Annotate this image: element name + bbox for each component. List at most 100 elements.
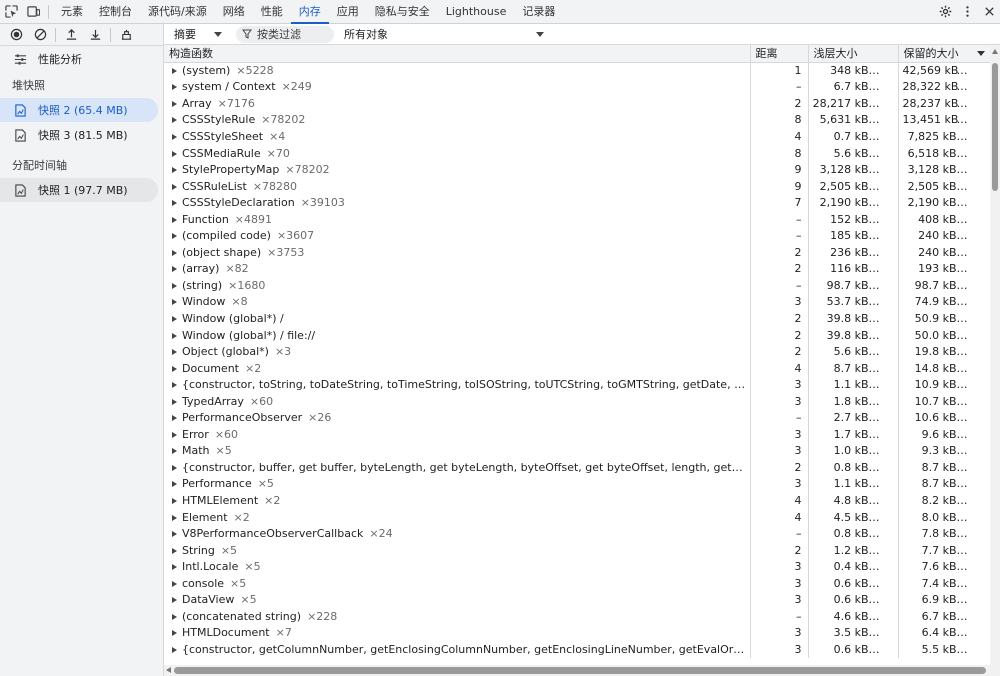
expand-triangle-icon[interactable]	[172, 249, 177, 256]
garbage-collect-icon[interactable]	[114, 24, 138, 46]
expand-triangle-icon[interactable]	[172, 547, 177, 554]
table-row[interactable]: Intl.Locale ×5 30.4 kB0 %7.6 kB0 %	[164, 558, 990, 575]
expand-triangle-icon[interactable]	[172, 613, 177, 620]
tab-4[interactable]: 性能	[253, 0, 291, 24]
expand-triangle-icon[interactable]	[172, 150, 177, 157]
table-row[interactable]: String ×5 21.2 kB0 %7.7 kB0 %	[164, 541, 990, 559]
table-row[interactable]: TypedArray ×60 31.8 kB0 %10.7 kB0 %	[164, 392, 990, 410]
sidebar-item-snapshot-1[interactable]: 快照 1 (97.7 MB)	[0, 178, 158, 202]
gear-icon[interactable]	[934, 0, 956, 24]
scroll-left-arrow-icon[interactable]	[166, 667, 171, 673]
expand-triangle-icon[interactable]	[172, 68, 177, 75]
table-row[interactable]: Window ×8 353.7 kB0 %74.9 kB0 %	[164, 293, 990, 311]
table-row[interactable]: Math ×5 31.0 kB0 %9.3 kB0 %	[164, 442, 990, 460]
clear-icon[interactable]	[28, 24, 52, 46]
table-row[interactable]: CSSMediaRule ×70 85.6 kB0 %6,518 kB10 %	[164, 144, 990, 162]
table-row[interactable]: Object (global*) ×3 25.6 kB0 %19.8 kB0 %	[164, 343, 990, 360]
horizontal-scrollbar[interactable]	[164, 665, 1000, 676]
table-row[interactable]: (object shape) ×3753 2236 kB0 %240 kB0 %	[164, 244, 990, 261]
scrollbar-thumb[interactable]	[174, 667, 986, 674]
record-icon[interactable]	[4, 24, 28, 46]
vertical-scrollbar[interactable]	[990, 45, 1000, 665]
tab-8[interactable]: Lighthouse	[438, 0, 515, 24]
table-row[interactable]: PerformanceObserver ×26 –2.7 kB0 %10.6 kB0…	[164, 409, 990, 427]
tab-2[interactable]: 源代码/来源	[140, 0, 215, 24]
tab-3[interactable]: 网络	[215, 0, 253, 24]
retained-size-column-header[interactable]: 保留的大小	[897, 45, 990, 63]
table-row[interactable]: Document ×2 48.7 kB0 %14.8 kB0 %	[164, 359, 990, 377]
table-row[interactable]: {constructor, getColumnNumber, getEnclos…	[164, 641, 990, 658]
expand-triangle-icon[interactable]	[172, 580, 177, 587]
table-row[interactable]: StylePropertyMap×7820293,128 kB5 %3,128 …	[164, 161, 990, 178]
table-row[interactable]: Window (global*) / 239.8 kB0 %50.9 kB0 %	[164, 310, 990, 327]
scroll-up-arrow-icon[interactable]	[992, 49, 998, 54]
table-row[interactable]: (system) ×5228 1348 kB1 %42,569 kB65 %	[164, 62, 990, 79]
expand-triangle-icon[interactable]	[172, 564, 177, 571]
tab-9[interactable]: 记录器	[514, 0, 563, 24]
scrollbar-thumb[interactable]	[992, 63, 998, 191]
table-row[interactable]: {constructor, toString, toDateString, to…	[164, 376, 990, 393]
device-toolbar-icon[interactable]	[22, 0, 44, 24]
expand-triangle-icon[interactable]	[172, 448, 177, 455]
expand-triangle-icon[interactable]	[172, 597, 177, 604]
table-row[interactable]: CSSRuleList×7828092,505 kB4 %2,505 kB4 %	[164, 177, 990, 195]
tab-1[interactable]: 控制台	[91, 0, 140, 24]
table-row[interactable]: Function ×4891 –152 kB0 %408 kB1 %	[164, 210, 990, 228]
distance-column-header[interactable]: 距离	[749, 45, 808, 63]
expand-triangle-icon[interactable]	[172, 415, 177, 422]
table-row[interactable]: console ×5 30.6 kB0 %7.4 kB0 %	[164, 574, 990, 592]
table-row[interactable]: HTMLElement ×2 44.8 kB0 %8.2 kB0 %	[164, 492, 990, 509]
expand-triangle-icon[interactable]	[172, 84, 177, 91]
expand-triangle-icon[interactable]	[172, 183, 177, 190]
expand-triangle-icon[interactable]	[172, 531, 177, 538]
download-icon[interactable]	[83, 24, 107, 46]
upload-icon[interactable]	[59, 24, 83, 46]
constructor-column-header[interactable]: 构造函数	[164, 45, 750, 63]
tab-5[interactable]: 内存	[290, 0, 329, 24]
expand-triangle-icon[interactable]	[172, 464, 177, 471]
expand-triangle-icon[interactable]	[172, 349, 177, 356]
expand-triangle-icon[interactable]	[172, 497, 177, 504]
expand-triangle-icon[interactable]	[172, 315, 177, 322]
table-row[interactable]: {constructor, buffer, get buffer, byteLe…	[164, 459, 990, 476]
expand-triangle-icon[interactable]	[172, 332, 177, 339]
expand-triangle-icon[interactable]	[172, 398, 177, 405]
expand-triangle-icon[interactable]	[172, 382, 177, 389]
tab-7[interactable]: 隐私与安全	[367, 0, 438, 24]
expand-triangle-icon[interactable]	[172, 133, 177, 140]
expand-triangle-icon[interactable]	[172, 630, 177, 637]
expand-triangle-icon[interactable]	[172, 514, 177, 521]
more-options-icon[interactable]	[956, 0, 978, 24]
objects-select[interactable]: 所有对象	[334, 25, 550, 44]
expand-triangle-icon[interactable]	[172, 481, 177, 488]
table-row[interactable]: Element ×2 44.5 kB0 %8.0 kB0 %	[164, 508, 990, 526]
expand-triangle-icon[interactable]	[172, 117, 177, 124]
class-filter-input[interactable]: 按类过滤	[236, 25, 334, 43]
inspect-element-icon[interactable]	[0, 0, 22, 24]
table-row[interactable]: (concatenated string)×228–4.6 kB0 %6.7 k…	[164, 608, 990, 625]
expand-triangle-icon[interactable]	[172, 167, 177, 174]
expand-triangle-icon[interactable]	[172, 646, 177, 653]
expand-triangle-icon[interactable]	[172, 266, 177, 273]
sidebar-item-snapshot-3[interactable]: 快照 3 (81.5 MB)	[0, 123, 163, 147]
expand-triangle-icon[interactable]	[172, 216, 177, 223]
table-row[interactable]: (compiled code) ×3607 –185 kB0 %240 kB0 %	[164, 227, 990, 245]
table-row[interactable]: Error ×60 31.7 kB0 %9.6 kB0 %	[164, 426, 990, 443]
table-row[interactable]: CSSStyleRule ×78202 85,631 kB9 %13,451 kB2…	[164, 111, 990, 129]
table-row[interactable]: (string)×1680–98.7 kB0 %98.7 kB0 %	[164, 277, 990, 294]
expand-triangle-icon[interactable]	[172, 100, 177, 107]
tab-0[interactable]: 元素	[53, 0, 91, 24]
table-row[interactable]: Array ×7176 228,217 kB43 %28,237 kB43 %	[164, 95, 990, 112]
table-row[interactable]: Performance ×5 31.1 kB0 %8.7 kB0 %	[164, 475, 990, 493]
expand-triangle-icon[interactable]	[172, 200, 177, 207]
table-row[interactable]: system / Context ×249 –6.7 kB0 %28,322 kB4…	[164, 78, 990, 96]
table-row[interactable]: V8PerformanceObserverCallback ×24–0.8 kB 0…	[164, 525, 990, 542]
table-row[interactable]: CSSStyleDeclaration×3910372,190 kB3 %2,1…	[164, 194, 990, 211]
expand-triangle-icon[interactable]	[172, 282, 177, 289]
expand-triangle-icon[interactable]	[172, 365, 177, 372]
table-row[interactable]: (array) ×82 2116 kB0 %193 kB0 %	[164, 260, 990, 278]
view-select[interactable]: 摘要	[164, 25, 230, 44]
table-row[interactable]: DataView ×5 30.6 kB0 %6.9 kB0 %	[164, 591, 990, 609]
table-row[interactable]: Window (global*) / file://239.8 kB0 %50.…	[164, 326, 990, 344]
tab-6[interactable]: 应用	[329, 0, 367, 24]
